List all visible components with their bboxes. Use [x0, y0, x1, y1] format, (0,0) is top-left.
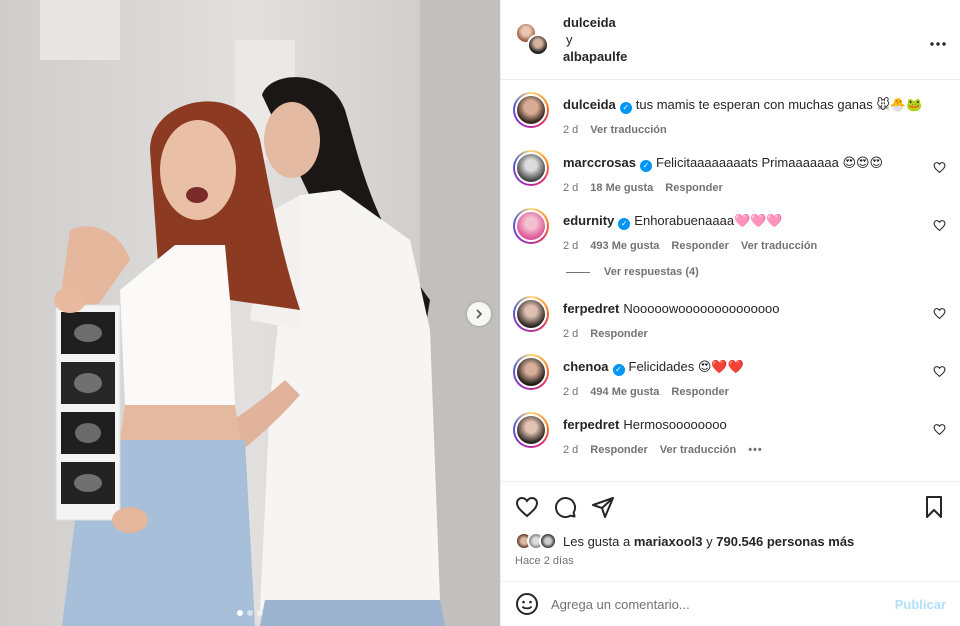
comment-item: ferpedret Nooooowoooooooooooooo 2 d Respo…: [513, 296, 946, 340]
collab-avatars[interactable]: [515, 21, 551, 58]
comment-options-button[interactable]: •••: [748, 444, 763, 456]
username-link[interactable]: chenoa: [563, 359, 609, 374]
avatar[interactable]: [513, 150, 549, 186]
carousel-dot: [237, 610, 243, 616]
username-link[interactable]: marccrosas: [563, 155, 636, 170]
caption-text: tus mamis te esperan con muchas ganas 🐭🐣…: [635, 97, 923, 112]
avatar[interactable]: [513, 354, 549, 390]
comment-item: edurnity ✓ Enhorabuenaaaa🩷🩷🩷 2 d 493 Me gu…: [513, 208, 946, 252]
avatar[interactable]: [513, 412, 549, 448]
likes-conj: y: [706, 533, 713, 549]
comment-text: Felicidades 😍❤️❤️: [628, 359, 744, 374]
post-timestamp[interactable]: Hace 2 días: [501, 551, 960, 575]
heart-icon[interactable]: [933, 423, 946, 436]
timestamp[interactable]: 2 d: [563, 444, 578, 456]
view-replies-label: Ver respuestas (4): [604, 266, 699, 278]
username-link[interactable]: albapaulfe: [563, 48, 627, 65]
comment-input[interactable]: [551, 596, 895, 612]
comments-list[interactable]: dulceida ✓ tus mamis te esperan con muchas…: [501, 80, 960, 481]
timestamp[interactable]: 2 d: [563, 328, 578, 340]
collab-usernames: dulceida y albapaulfe: [563, 14, 627, 65]
post-photo: [0, 0, 500, 626]
likes-count[interactable]: 493 Me gusta: [590, 240, 659, 252]
reply-button[interactable]: Responder: [665, 182, 722, 194]
translate-link[interactable]: Ver traducción: [590, 124, 666, 136]
comment-item: chenoa ✓ Felicidades 😍❤️❤️ 2 d 494 Me gust…: [513, 354, 946, 398]
username-link[interactable]: mariaxool3: [634, 534, 703, 549]
conjunction-text: y: [566, 32, 573, 47]
timestamp[interactable]: 2 d: [563, 124, 578, 136]
instagram-post: dulceida y albapaulfe dulceida ✓ tus mamis…: [0, 0, 960, 626]
chevron-right-icon: [476, 309, 483, 319]
avatar: [527, 33, 549, 56]
post-actions: [501, 481, 960, 531]
publish-button[interactable]: Publicar: [895, 597, 946, 612]
likes-count[interactable]: 494 Me gusta: [590, 386, 659, 398]
reply-button[interactable]: Responder: [590, 328, 647, 340]
likes-prefix: Les gusta a: [563, 533, 631, 549]
comment-item: marccrosas ✓ Felicitaaaaaaaats Primaaaaaaa…: [513, 150, 946, 194]
next-slide-button[interactable]: [467, 302, 491, 326]
comment-text: Felicitaaaaaaaats Primaaaaaaa 😍😍😍: [656, 155, 884, 170]
heart-icon[interactable]: [933, 219, 946, 232]
post-media[interactable]: [0, 0, 500, 626]
caption: dulceida ✓ tus mamis te esperan con muchas…: [513, 92, 946, 136]
comment-icon[interactable]: [553, 495, 577, 519]
username-link[interactable]: ferpedret: [563, 301, 619, 316]
divider: [566, 271, 590, 273]
add-comment-bar: Publicar: [501, 581, 960, 626]
likes-text: Les gusta a mariaxool3 y 790.546 persona…: [563, 534, 854, 549]
heart-icon[interactable]: [515, 495, 539, 519]
carousel-dot: [247, 610, 253, 616]
likes-count-link[interactable]: 790.546 personas más: [716, 534, 854, 549]
verified-icon: ✓: [618, 218, 631, 230]
comment-text: Hermosoooooooo: [623, 417, 727, 432]
comment-text: Enhorabuenaaaa🩷🩷🩷: [634, 213, 783, 228]
username-link[interactable]: edurnity: [563, 213, 614, 228]
username-link[interactable]: dulceida: [563, 97, 616, 112]
more-options-button[interactable]: [930, 36, 946, 46]
reply-button[interactable]: Responder: [590, 444, 647, 456]
comment-text: Nooooowoooooooooooooo: [623, 301, 780, 316]
username-link[interactable]: ferpedret: [563, 417, 619, 432]
reply-button[interactable]: Responder: [671, 386, 728, 398]
likes-count[interactable]: 18 Me gusta: [590, 182, 653, 194]
translate-link[interactable]: Ver traducción: [660, 444, 736, 456]
verified-icon: ✓: [619, 102, 632, 114]
bookmark-icon[interactable]: [922, 495, 946, 519]
reply-button[interactable]: Responder: [671, 240, 728, 252]
heart-icon[interactable]: [933, 365, 946, 378]
timestamp[interactable]: 2 d: [563, 386, 578, 398]
comment-item: ferpedret Hermosoooooooo 2 d Responder Ve…: [513, 412, 946, 456]
carousel-dot: [257, 610, 263, 616]
heart-icon[interactable]: [933, 161, 946, 174]
post-header: dulceida y albapaulfe: [501, 0, 960, 80]
avatar: [539, 532, 557, 550]
verified-icon: ✓: [612, 364, 625, 376]
more-icon: [930, 42, 946, 46]
avatar[interactable]: [513, 92, 549, 128]
view-replies-button[interactable]: Ver respuestas (4): [566, 266, 946, 278]
avatar[interactable]: [513, 208, 549, 244]
translate-link[interactable]: Ver traducción: [741, 240, 817, 252]
avatar[interactable]: [513, 296, 549, 332]
share-icon[interactable]: [591, 495, 615, 519]
carousel-indicator: [0, 610, 500, 616]
post-side-panel: dulceida y albapaulfe dulceida ✓ tus mamis…: [500, 0, 960, 626]
timestamp[interactable]: 2 d: [563, 182, 578, 194]
emoji-icon[interactable]: [515, 592, 539, 616]
likes-summary: Les gusta a mariaxool3 y 790.546 persona…: [501, 531, 960, 551]
timestamp[interactable]: 2 d: [563, 240, 578, 252]
username-link[interactable]: dulceida: [563, 14, 627, 31]
verified-icon: ✓: [640, 160, 652, 172]
heart-icon[interactable]: [933, 307, 946, 320]
